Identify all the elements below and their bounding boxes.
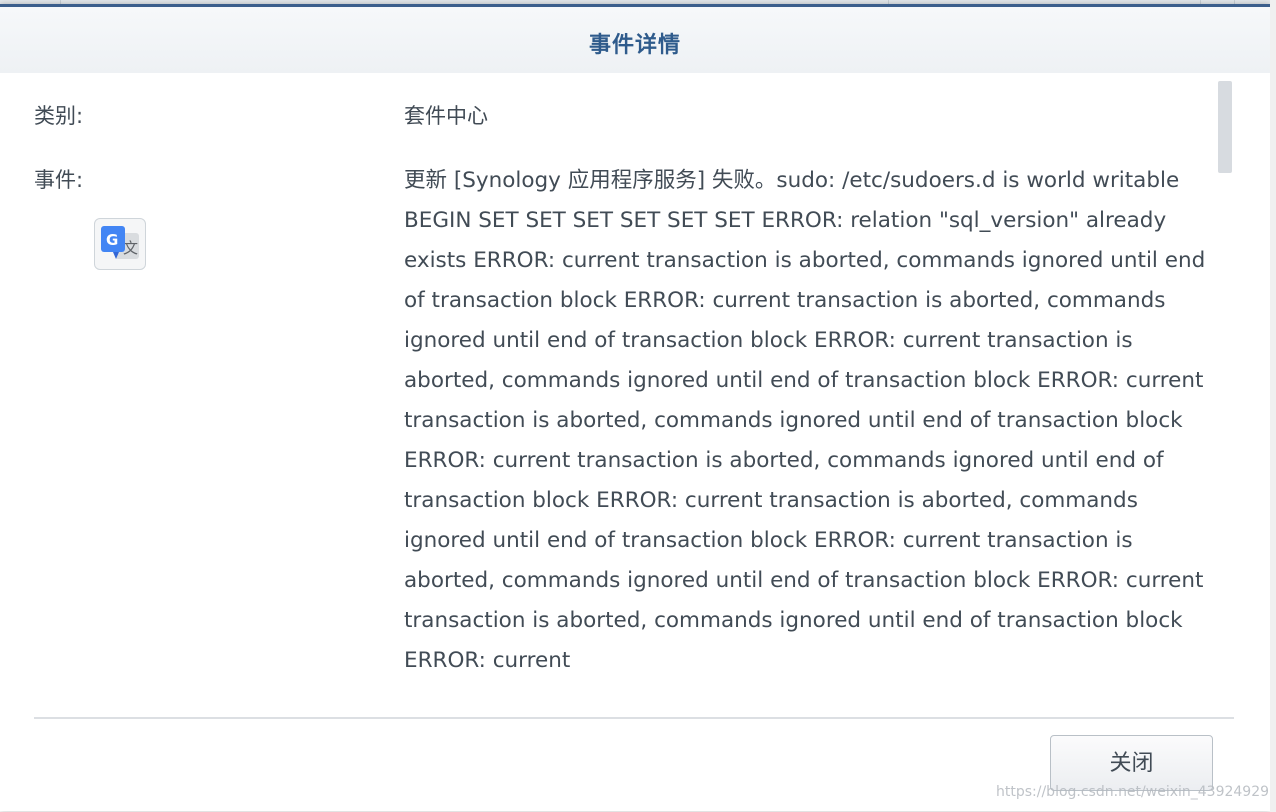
close-button[interactable]: 关闭 [1050, 735, 1213, 791]
dialog-header: 事件详情 [0, 7, 1270, 73]
scrollbar-thumb[interactable] [1218, 81, 1232, 173]
event-message: 更新 [Synology 应用程序服务] 失败。sudo: /etc/sudoe… [404, 168, 1206, 673]
event-details-dialog: 事件详情 类别: 套件中心 事件: 文 G 更新 [Synology 应用程序服… [0, 4, 1270, 811]
event-label: 事件: [34, 168, 84, 192]
dialog-content[interactable]: 类别: 套件中心 事件: 文 G 更新 [Synology 应用程序服务] 失败… [0, 73, 1234, 715]
dialog-title: 事件详情 [588, 33, 681, 58]
svg-text:文: 文 [123, 239, 138, 257]
category-label: 类别: [34, 104, 84, 128]
google-translate-icon: 文 G [101, 226, 139, 259]
window-edge [1270, 0, 1276, 812]
watermark-text: https://blog.csdn.net/weixin_43924929 [996, 784, 1270, 800]
scrollbar-track[interactable] [1214, 79, 1234, 719]
svg-text:G: G [106, 231, 118, 249]
translate-button[interactable]: 文 G [94, 218, 146, 270]
footer-divider [34, 717, 1234, 719]
category-value: 套件中心 [404, 104, 488, 128]
